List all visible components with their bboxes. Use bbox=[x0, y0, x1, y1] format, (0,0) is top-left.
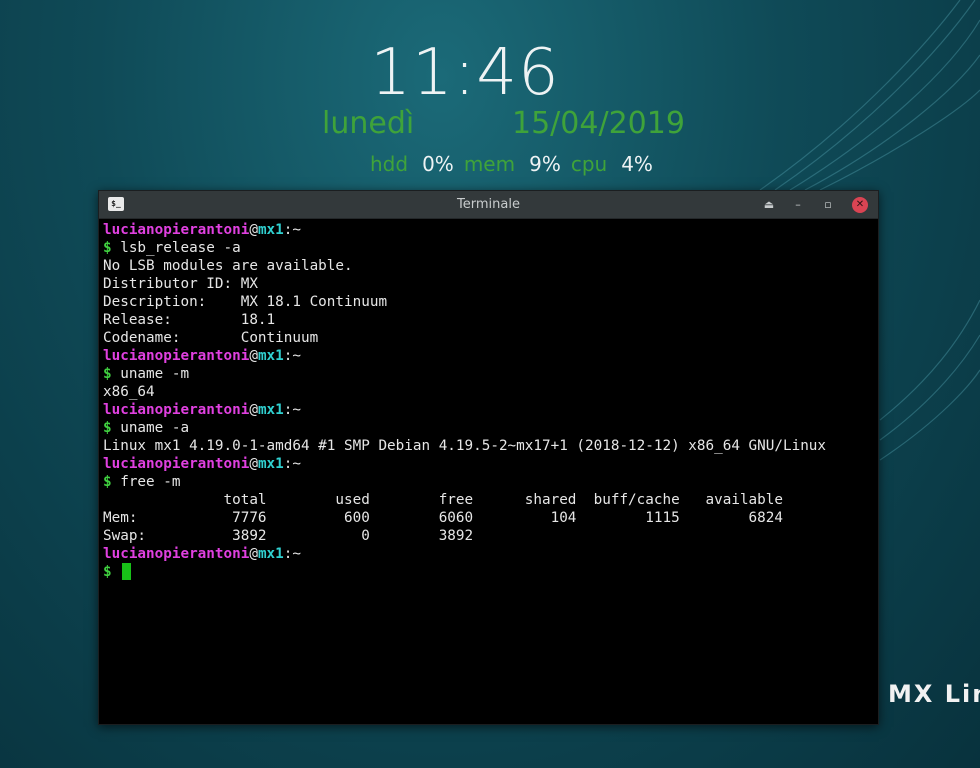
close-button[interactable]: ✕ bbox=[852, 197, 868, 213]
prompt-line: lucianopierantoni@mx1:~ bbox=[103, 401, 874, 419]
output-line: Codename: Continuum bbox=[103, 330, 319, 346]
stat-mem-label: mem bbox=[463, 152, 516, 176]
title-bar[interactable]: $_ Terminale ⏏ – ▫ ✕ bbox=[99, 191, 878, 219]
system-stats: hdd 0% mem 9% cpu 4% bbox=[370, 152, 663, 176]
prompt-at: @ bbox=[249, 546, 258, 562]
prompt-at: @ bbox=[249, 222, 258, 238]
prompt-host: mx1 bbox=[257, 546, 284, 562]
clock-time: 11:46 bbox=[370, 36, 560, 110]
command-line: $ lsb_release -a bbox=[103, 239, 874, 257]
command-text: uname -m bbox=[120, 366, 190, 382]
prompt-dollar: $ bbox=[103, 564, 112, 580]
command-line: $ uname -a bbox=[103, 419, 874, 437]
terminal-window[interactable]: $_ Terminale ⏏ – ▫ ✕ lucianopierantoni@m… bbox=[98, 190, 879, 725]
prompt-user: lucianopierantoni bbox=[103, 348, 250, 364]
prompt-host: mx1 bbox=[257, 402, 284, 418]
prompt-user: lucianopierantoni bbox=[103, 402, 250, 418]
mx-linux-logo: MX Linux bbox=[888, 680, 980, 708]
output-line: Distributor ID: MX bbox=[103, 276, 258, 292]
clock-date: 15/04/2019 bbox=[512, 106, 685, 141]
clock-day: lunedì bbox=[322, 106, 415, 141]
stat-mem-value: 9% bbox=[529, 152, 561, 176]
output-line: x86_64 bbox=[103, 384, 155, 400]
output-line: Linux mx1 4.19.0-1-amd64 #1 SMP Debian 4… bbox=[103, 438, 827, 454]
command-line: $ free -m bbox=[103, 473, 874, 491]
prompt-line: lucianopierantoni@mx1:~ bbox=[103, 455, 874, 473]
prompt-path: :~ bbox=[283, 546, 301, 562]
prompt-path: :~ bbox=[283, 222, 301, 238]
prompt-dollar: $ bbox=[103, 474, 112, 490]
prompt-at: @ bbox=[249, 456, 258, 472]
stat-cpu-value: 4% bbox=[621, 152, 653, 176]
terminal-output[interactable]: lucianopierantoni@mx1:~ $ lsb_release -a N… bbox=[99, 219, 878, 583]
output-line: No LSB modules are available. bbox=[103, 258, 353, 274]
prompt-line: lucianopierantoni@mx1:~ bbox=[103, 221, 874, 239]
prompt-path: :~ bbox=[283, 456, 301, 472]
output-line: Swap: 3892 0 3892 bbox=[103, 528, 474, 544]
stat-hdd-label: hdd bbox=[370, 152, 409, 176]
command-text: free -m bbox=[120, 474, 181, 490]
prompt-user: lucianopierantoni bbox=[103, 222, 250, 238]
prompt-line: lucianopierantoni@mx1:~ bbox=[103, 545, 874, 563]
output-line: Release: 18.1 bbox=[103, 312, 276, 328]
output-line: Description: MX 18.1 Continuum bbox=[103, 294, 388, 310]
prompt-at: @ bbox=[249, 402, 258, 418]
prompt-at: @ bbox=[249, 348, 258, 364]
text-cursor bbox=[122, 563, 132, 580]
maximize-button[interactable]: ▫ bbox=[820, 197, 836, 213]
prompt-user: lucianopierantoni bbox=[103, 546, 250, 562]
prompt-host: mx1 bbox=[257, 222, 284, 238]
prompt-path: :~ bbox=[283, 402, 301, 418]
prompt-line: lucianopierantoni@mx1:~ bbox=[103, 347, 874, 365]
prompt-user: lucianopierantoni bbox=[103, 456, 250, 472]
stat-hdd-value: 0% bbox=[422, 152, 454, 176]
command-text: uname -a bbox=[120, 420, 190, 436]
stat-cpu-label: cpu bbox=[570, 152, 608, 176]
command-text: lsb_release -a bbox=[120, 240, 241, 256]
prompt-path: :~ bbox=[283, 348, 301, 364]
keep-above-button[interactable]: ⏏ bbox=[761, 197, 777, 213]
minimize-button[interactable]: – bbox=[790, 197, 806, 213]
command-line: $ uname -m bbox=[103, 365, 874, 383]
command-line[interactable]: $ bbox=[103, 563, 874, 581]
prompt-host: mx1 bbox=[257, 348, 284, 364]
prompt-dollar: $ bbox=[103, 240, 112, 256]
prompt-host: mx1 bbox=[257, 456, 284, 472]
prompt-dollar: $ bbox=[103, 420, 112, 436]
output-line: total used free shared buff/cache availa… bbox=[103, 492, 784, 508]
prompt-dollar: $ bbox=[103, 366, 112, 382]
output-line: Mem: 7776 600 6060 104 1115 6824 bbox=[103, 510, 783, 526]
